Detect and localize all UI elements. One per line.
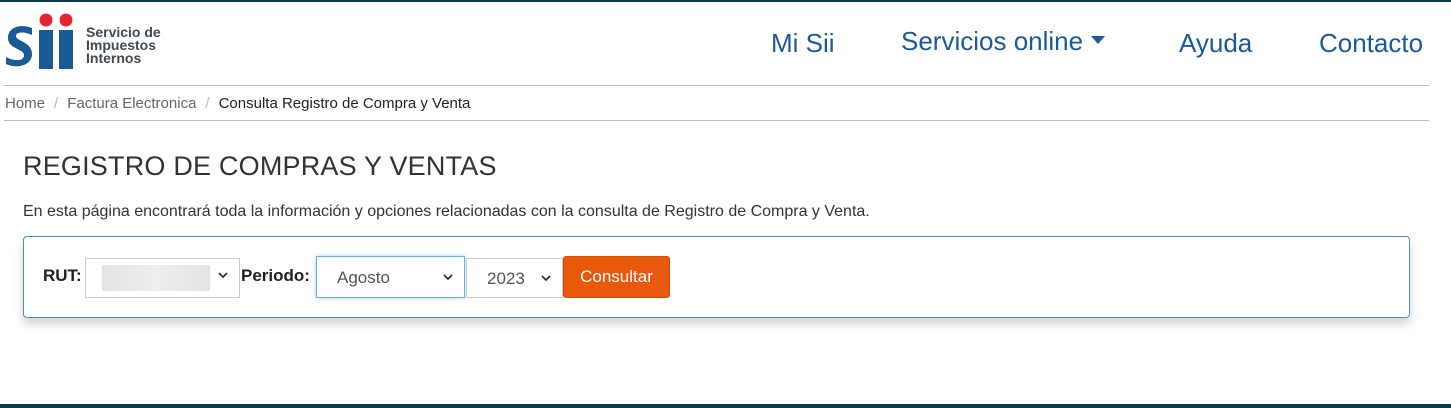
chevron-down-icon xyxy=(218,272,228,279)
nav-servicios-online[interactable]: Servicios online xyxy=(901,26,1106,57)
bottom-border xyxy=(0,404,1451,408)
divider xyxy=(4,120,1429,121)
nav-mi-sii[interactable]: Mi Sii xyxy=(771,28,835,59)
divider xyxy=(4,85,1429,86)
sii-logo-icon xyxy=(6,13,73,69)
nav-servicios-online-label: Servicios online xyxy=(901,26,1084,56)
breadcrumb-factura-electronica[interactable]: Factura Electronica xyxy=(67,95,196,112)
periodo-label: Periodo: xyxy=(241,266,310,285)
breadcrumb-home[interactable]: Home xyxy=(5,95,45,112)
year-select-value: 2023 xyxy=(487,269,525,288)
nav-ayuda[interactable]: Ayuda xyxy=(1179,28,1252,59)
breadcrumb-separator: / xyxy=(205,95,210,112)
month-select[interactable]: Agosto xyxy=(316,256,465,298)
month-select-value: Agosto xyxy=(337,268,390,287)
year-select[interactable]: 2023 xyxy=(466,258,563,298)
logo-text: Servicio de Impuestos Internos xyxy=(86,25,161,66)
caret-down-icon xyxy=(1091,36,1106,45)
logo-line: Internos xyxy=(86,50,142,66)
rut-value-redacted xyxy=(102,265,210,291)
rut-label: RUT: xyxy=(43,266,82,285)
page-title: REGISTRO DE COMPRAS Y VENTAS xyxy=(23,151,497,181)
breadcrumb-separator: / xyxy=(54,95,59,112)
nav-contacto[interactable]: Contacto xyxy=(1319,28,1423,59)
sii-logo[interactable]: Servicio de Impuestos Internos xyxy=(4,12,174,74)
page-intro: En esta página encontrará toda la inform… xyxy=(23,203,870,220)
chevron-down-icon xyxy=(443,274,453,281)
breadcrumb-current: Consulta Registro de Compra y Venta xyxy=(218,95,471,112)
breadcrumb: Home / Factura Electronica / Consulta Regist… xyxy=(5,95,470,112)
consultar-button[interactable]: Consultar xyxy=(563,256,670,298)
chevron-down-icon xyxy=(541,275,551,282)
rut-select[interactable] xyxy=(85,258,240,298)
site-header: Servicio de Impuestos Internos Mi Sii Se… xyxy=(0,2,1451,84)
